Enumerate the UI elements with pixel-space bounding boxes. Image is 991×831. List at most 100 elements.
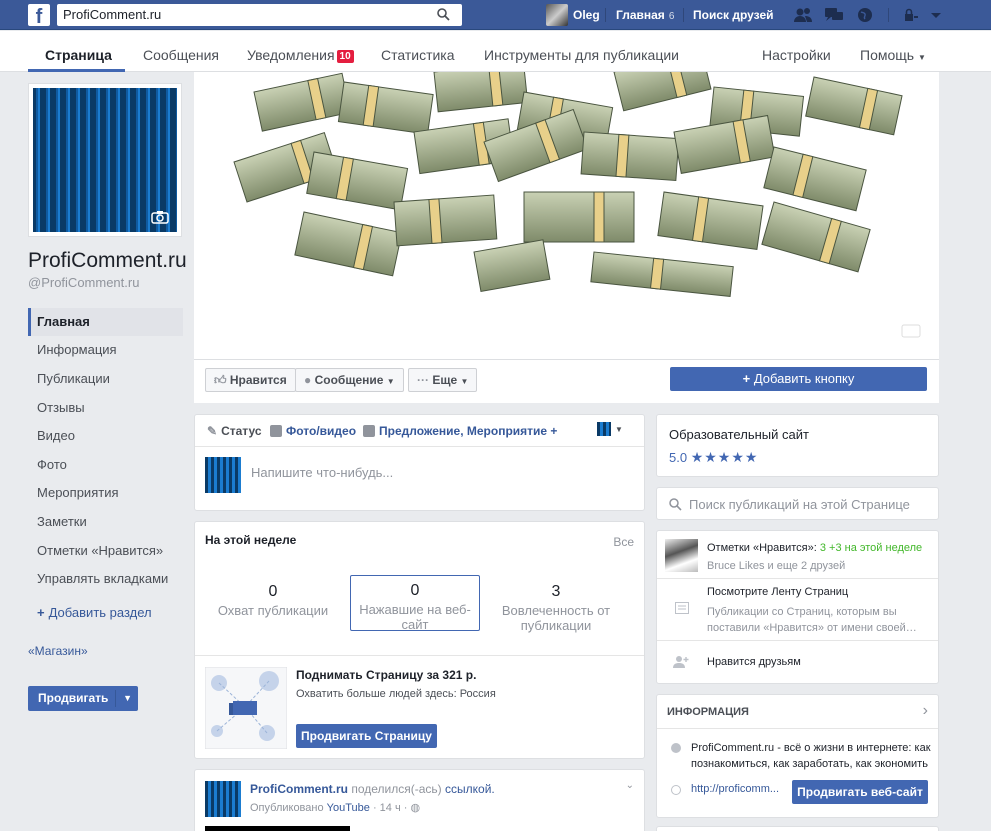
rating[interactable]: 5.0 ★★★★★ — [669, 449, 758, 466]
post-author-avatar[interactable] — [205, 781, 241, 817]
stat-value: 3 — [551, 583, 561, 600]
sidebar-item-notes[interactable]: Заметки — [28, 508, 183, 536]
search-value: ProfiComment.ru — [63, 7, 162, 22]
add-button-label: Добавить кнопку — [753, 371, 855, 386]
composer-input[interactable]: Напишите что-нибудь... — [251, 465, 393, 480]
top-bar: f ProfiComment.ru Oleg Главная 6 Поиск др… — [0, 0, 991, 30]
help-label: Помощь — [860, 47, 915, 63]
divider — [657, 640, 938, 641]
post-options-chevron-icon[interactable]: ⌄ — [626, 780, 634, 791]
post-author[interactable]: ProfiComment.ru — [250, 782, 348, 796]
boost-page-button[interactable]: Продвигать Страницу — [296, 724, 437, 748]
page-search-input[interactable]: Поиск публикаций на этой Странице — [689, 497, 910, 512]
page-username[interactable]: @ProfiComment.ru — [28, 275, 139, 290]
stat-website-clicks[interactable]: 0 Нажавшие на веб-сайт — [350, 575, 480, 632]
sidebar-item-events[interactable]: Мероприятия — [28, 479, 183, 507]
home-link[interactable]: Главная 6 — [616, 8, 674, 22]
sidebar-item-reviews[interactable]: Отзывы — [28, 394, 183, 422]
sidebar-item-posts[interactable]: Публикации — [28, 365, 183, 393]
profile-picture[interactable] — [28, 83, 182, 237]
caret-down-icon: ▼ — [386, 377, 395, 386]
home-label: Главная — [616, 8, 665, 22]
post-header: ProfiComment.ru поделился(-ась) ссылкой. — [250, 782, 495, 796]
post-as-selector[interactable]: ▼ — [597, 422, 623, 436]
tab-notifications[interactable]: Уведомления 10 — [247, 47, 354, 63]
likes-count: 3 — [819, 542, 826, 554]
tab-insights[interactable]: Статистика — [381, 47, 455, 63]
post-video-preview[interactable] — [205, 826, 350, 831]
offer-label: Предложение, Мероприятие + — [379, 424, 558, 438]
post-card: ProfiComment.ru поделился(-ась) ссылкой.… — [194, 769, 645, 831]
sidebar-item-likes[interactable]: Отметки «Нравится» — [28, 537, 183, 565]
page-category[interactable]: Образовательный сайт — [669, 427, 809, 442]
see-all-link[interactable]: Все — [613, 535, 634, 549]
likes-label[interactable]: Отметки «Нравится»: — [707, 542, 817, 554]
stat-engagement[interactable]: 3 Вовлеченность от публикации — [491, 577, 621, 633]
tab-publishing-tools[interactable]: Инструменты для публикации — [484, 47, 679, 63]
promote-button[interactable]: Продвигать ▼ — [28, 686, 138, 711]
post-link[interactable]: ссылкой. — [445, 782, 495, 796]
next-card — [656, 826, 939, 831]
more-label: Еще — [432, 373, 458, 387]
account-menu-chevron-down-icon[interactable] — [927, 7, 947, 23]
active-tab-indicator — [28, 69, 125, 72]
tab-page[interactable]: Страница — [45, 47, 112, 63]
page-title[interactable]: ProfiComment.ru — [28, 249, 187, 273]
facebook-logo-icon[interactable]: f — [28, 4, 50, 26]
divider — [888, 8, 889, 22]
sidebar-item-manage-tabs[interactable]: Управлять вкладками — [28, 565, 183, 593]
post-meta: Опубликовано YouTube · 14 ч · ◍ — [250, 802, 421, 814]
tab-photo-video[interactable]: Фото/видео — [270, 424, 356, 438]
sidebar-item-about[interactable]: Информация — [28, 336, 183, 364]
tab-notifications-label: Уведомления — [247, 47, 335, 63]
shop-link[interactable]: «Магазин» — [28, 644, 88, 658]
privacy-lock-icon[interactable] — [902, 7, 922, 23]
friend-requests-icon[interactable] — [793, 7, 813, 23]
sidebar-item-videos[interactable]: Видео — [28, 422, 183, 450]
feed-description: Публикации со Страниц, которым вы постав… — [707, 606, 917, 634]
post-time[interactable]: 14 ч — [380, 802, 401, 814]
help-menu[interactable]: Помощь ▼ — [860, 47, 926, 63]
find-friends-link[interactable]: Поиск друзей — [693, 8, 774, 22]
search-icon[interactable] — [437, 8, 450, 21]
page-avatar — [205, 457, 241, 493]
messages-icon[interactable] — [824, 7, 844, 23]
friend-avatar[interactable] — [665, 539, 698, 572]
post-published-prefix: Опубликовано — [250, 802, 324, 814]
stat-reach[interactable]: 0 Охват публикации — [208, 577, 338, 633]
star-rating-icon: ★★★★★ — [690, 449, 759, 465]
tab-status[interactable]: ✎ Статус — [207, 424, 262, 438]
feed-title[interactable]: Посмотрите Ленту Страниц — [707, 586, 848, 598]
caret-down-icon[interactable]: ▼ — [123, 686, 132, 711]
sidebar-item-home[interactable]: Главная — [28, 308, 183, 336]
post-source[interactable]: YouTube — [327, 802, 370, 814]
sidebar-item-photos[interactable]: Фото — [28, 451, 183, 479]
add-button-cta[interactable]: + Добавить кнопку — [670, 367, 927, 391]
like-button[interactable]: 👍︎ Нравится — [205, 368, 296, 392]
globe-icon: ◍ — [410, 802, 421, 814]
cover-photo[interactable] — [194, 72, 939, 359]
user-profile-link[interactable]: Oleg — [546, 4, 600, 26]
composer-tabs: ✎ Статус Фото/видео Предложение, Мероприя… — [195, 415, 644, 447]
caret-down-icon: ▼ — [917, 53, 926, 62]
chevron-right-icon[interactable]: › — [923, 702, 928, 720]
divider — [657, 728, 938, 729]
page-search-card[interactable]: Поиск публикаций на этой Странице — [656, 487, 939, 520]
camera-icon — [270, 425, 282, 437]
message-button[interactable]: ● Сообщение ▼ — [295, 368, 404, 392]
message-icon: ● — [304, 373, 312, 387]
website-url[interactable]: http://proficomm... — [691, 783, 779, 795]
like-label: Нравится — [229, 373, 287, 387]
likes-friends[interactable]: Bruce Likes и еще 2 друзей — [707, 560, 845, 572]
more-button[interactable]: ··· Еще ▼ — [408, 368, 478, 392]
status-label: Статус — [221, 424, 262, 438]
add-section-link[interactable]: + Добавить раздел — [37, 605, 152, 620]
search-input[interactable]: ProfiComment.ru — [57, 4, 462, 26]
promote-website-button[interactable]: Продвигать веб-сайт — [792, 780, 928, 804]
friends-like-link[interactable]: Нравится друзьям — [707, 656, 801, 668]
tab-offer-event[interactable]: Предложение, Мероприятие + — [363, 424, 557, 438]
tab-messages[interactable]: Сообщения — [143, 47, 219, 63]
camera-icon[interactable] — [151, 210, 169, 224]
notifications-globe-icon[interactable] — [856, 7, 876, 23]
settings-link[interactable]: Настройки — [762, 47, 831, 63]
